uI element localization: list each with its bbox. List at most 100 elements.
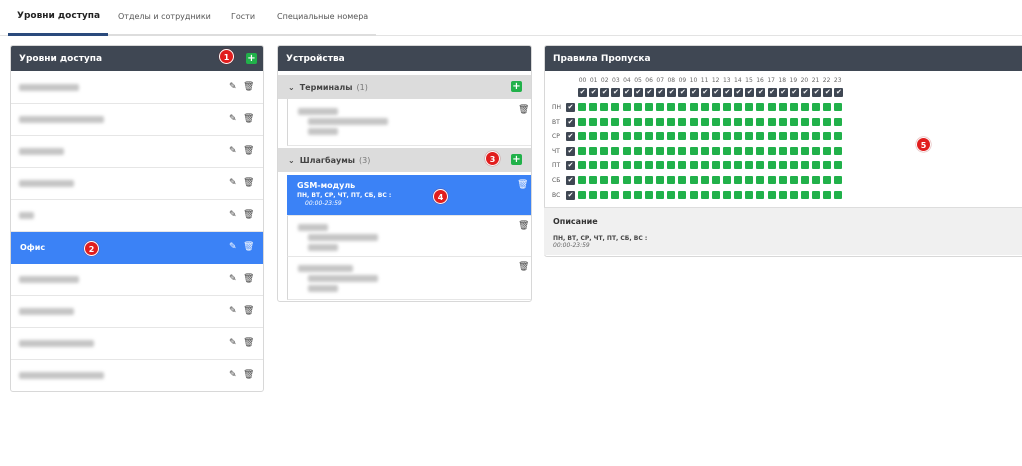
schedule-cell[interactable] xyxy=(767,117,776,126)
add-level-button[interactable]: + xyxy=(246,53,257,64)
level-row[interactable]: ✎ 🗑 xyxy=(11,264,263,296)
tab-special-numbers[interactable]: Специальные номера xyxy=(277,12,368,21)
schedule-cell[interactable] xyxy=(700,146,709,155)
schedule-cell[interactable] xyxy=(756,103,765,111)
schedule-cell[interactable] xyxy=(722,190,731,199)
hour-checkbox[interactable]: ✔ xyxy=(611,88,621,97)
schedule-cell[interactable] xyxy=(834,161,843,170)
schedule-cell[interactable] xyxy=(589,103,598,111)
schedule-cell[interactable] xyxy=(789,146,798,155)
schedule-cell[interactable] xyxy=(745,176,754,184)
level-row[interactable]: Офис 2 ✎ 🗑 xyxy=(11,232,263,264)
schedule-cell[interactable] xyxy=(656,132,665,141)
schedule-cell[interactable] xyxy=(600,132,609,141)
schedule-cell[interactable] xyxy=(689,117,698,126)
edit-icon[interactable]: ✎ xyxy=(229,82,237,92)
schedule-cell[interactable] xyxy=(700,103,709,111)
schedule-cell[interactable] xyxy=(789,161,798,170)
schedule-cell[interactable] xyxy=(767,132,776,141)
schedule-cell[interactable] xyxy=(801,132,809,141)
schedule-cell[interactable] xyxy=(656,103,665,111)
hour-checkbox[interactable]: ✔ xyxy=(678,88,688,97)
hour-checkbox[interactable]: ✔ xyxy=(689,88,699,97)
schedule-cell[interactable] xyxy=(667,161,676,170)
schedule-cell[interactable] xyxy=(589,161,598,170)
add-terminal-button[interactable]: + xyxy=(511,81,522,92)
level-row[interactable]: ✎ 🗑 xyxy=(11,136,263,168)
schedule-cell[interactable] xyxy=(756,117,765,126)
schedule-cell[interactable] xyxy=(745,117,754,126)
schedule-cell[interactable] xyxy=(667,190,676,199)
schedule-cell[interactable] xyxy=(722,103,731,111)
level-row[interactable]: ✎ 🗑 xyxy=(11,168,263,200)
schedule-cell[interactable] xyxy=(622,161,631,170)
level-row[interactable]: ✎ 🗑 xyxy=(11,72,263,104)
schedule-cell[interactable] xyxy=(834,103,843,111)
schedule-cell[interactable] xyxy=(711,161,720,170)
schedule-cell[interactable] xyxy=(711,103,720,111)
schedule-cell[interactable] xyxy=(812,161,821,170)
schedule-cell[interactable] xyxy=(823,132,832,141)
day-checkbox[interactable]: ✔ xyxy=(566,190,575,200)
schedule-cell[interactable] xyxy=(756,146,765,155)
schedule-cell[interactable] xyxy=(656,117,665,126)
schedule-cell[interactable] xyxy=(778,117,787,126)
schedule-cell[interactable] xyxy=(589,132,598,141)
schedule-cell[interactable] xyxy=(644,176,653,184)
schedule-cell[interactable] xyxy=(667,176,676,184)
schedule-cell[interactable] xyxy=(745,161,754,170)
schedule-cell[interactable] xyxy=(611,117,620,126)
schedule-cell[interactable] xyxy=(622,103,631,111)
hour-checkbox[interactable]: ✔ xyxy=(778,88,788,97)
trash-icon[interactable]: 🗑 xyxy=(517,180,528,190)
schedule-cell[interactable] xyxy=(823,161,832,170)
schedule-cell[interactable] xyxy=(812,103,821,111)
hour-checkbox[interactable]: ✔ xyxy=(578,88,587,97)
schedule-cell[interactable] xyxy=(644,146,653,155)
schedule-cell[interactable] xyxy=(778,132,787,141)
schedule-cell[interactable] xyxy=(589,117,598,126)
schedule-cell[interactable] xyxy=(656,176,665,184)
schedule-cell[interactable] xyxy=(689,161,698,170)
schedule-cell[interactable] xyxy=(678,103,687,111)
hour-checkbox[interactable]: ✔ xyxy=(756,88,766,97)
schedule-cell[interactable] xyxy=(834,117,843,126)
schedule-cell[interactable] xyxy=(734,190,743,199)
hour-checkbox[interactable]: ✔ xyxy=(823,88,833,97)
schedule-cell[interactable] xyxy=(778,176,787,184)
schedule-cell[interactable] xyxy=(656,161,665,170)
edit-icon[interactable]: ✎ xyxy=(229,242,237,252)
schedule-cell[interactable] xyxy=(667,103,676,111)
schedule-cell[interactable] xyxy=(611,176,620,184)
schedule-cell[interactable] xyxy=(611,161,620,170)
hour-checkbox[interactable]: ✔ xyxy=(644,88,654,97)
level-row[interactable]: ✎ 🗑 xyxy=(11,200,263,232)
schedule-cell[interactable] xyxy=(834,132,843,141)
trash-icon[interactable]: 🗑 xyxy=(518,262,529,272)
schedule-cell[interactable] xyxy=(611,146,620,155)
schedule-cell[interactable] xyxy=(734,161,743,170)
schedule-cell[interactable] xyxy=(722,132,731,141)
schedule-cell[interactable] xyxy=(745,146,754,155)
schedule-cell[interactable] xyxy=(767,190,776,199)
trash-icon[interactable]: 🗑 xyxy=(518,221,529,231)
schedule-cell[interactable] xyxy=(812,176,821,184)
schedule-cell[interactable] xyxy=(578,190,586,199)
schedule-cell[interactable] xyxy=(756,132,765,141)
schedule-cell[interactable] xyxy=(656,146,665,155)
schedule-cell[interactable] xyxy=(823,176,832,184)
level-row[interactable]: ✎ 🗑 xyxy=(11,104,263,136)
schedule-cell[interactable] xyxy=(734,176,743,184)
trash-icon[interactable]: 🗑 xyxy=(243,178,254,188)
schedule-cell[interactable] xyxy=(611,103,620,111)
schedule-cell[interactable] xyxy=(700,132,709,141)
edit-icon[interactable]: ✎ xyxy=(229,370,237,380)
schedule-cell[interactable] xyxy=(812,190,821,199)
schedule-cell[interactable] xyxy=(689,176,698,184)
schedule-cell[interactable] xyxy=(745,103,754,111)
tab-guests[interactable]: Гости xyxy=(231,12,255,21)
schedule-cell[interactable] xyxy=(756,176,765,184)
schedule-cell[interactable] xyxy=(633,176,642,184)
schedule-cell[interactable] xyxy=(734,117,743,126)
schedule-cell[interactable] xyxy=(611,190,620,199)
